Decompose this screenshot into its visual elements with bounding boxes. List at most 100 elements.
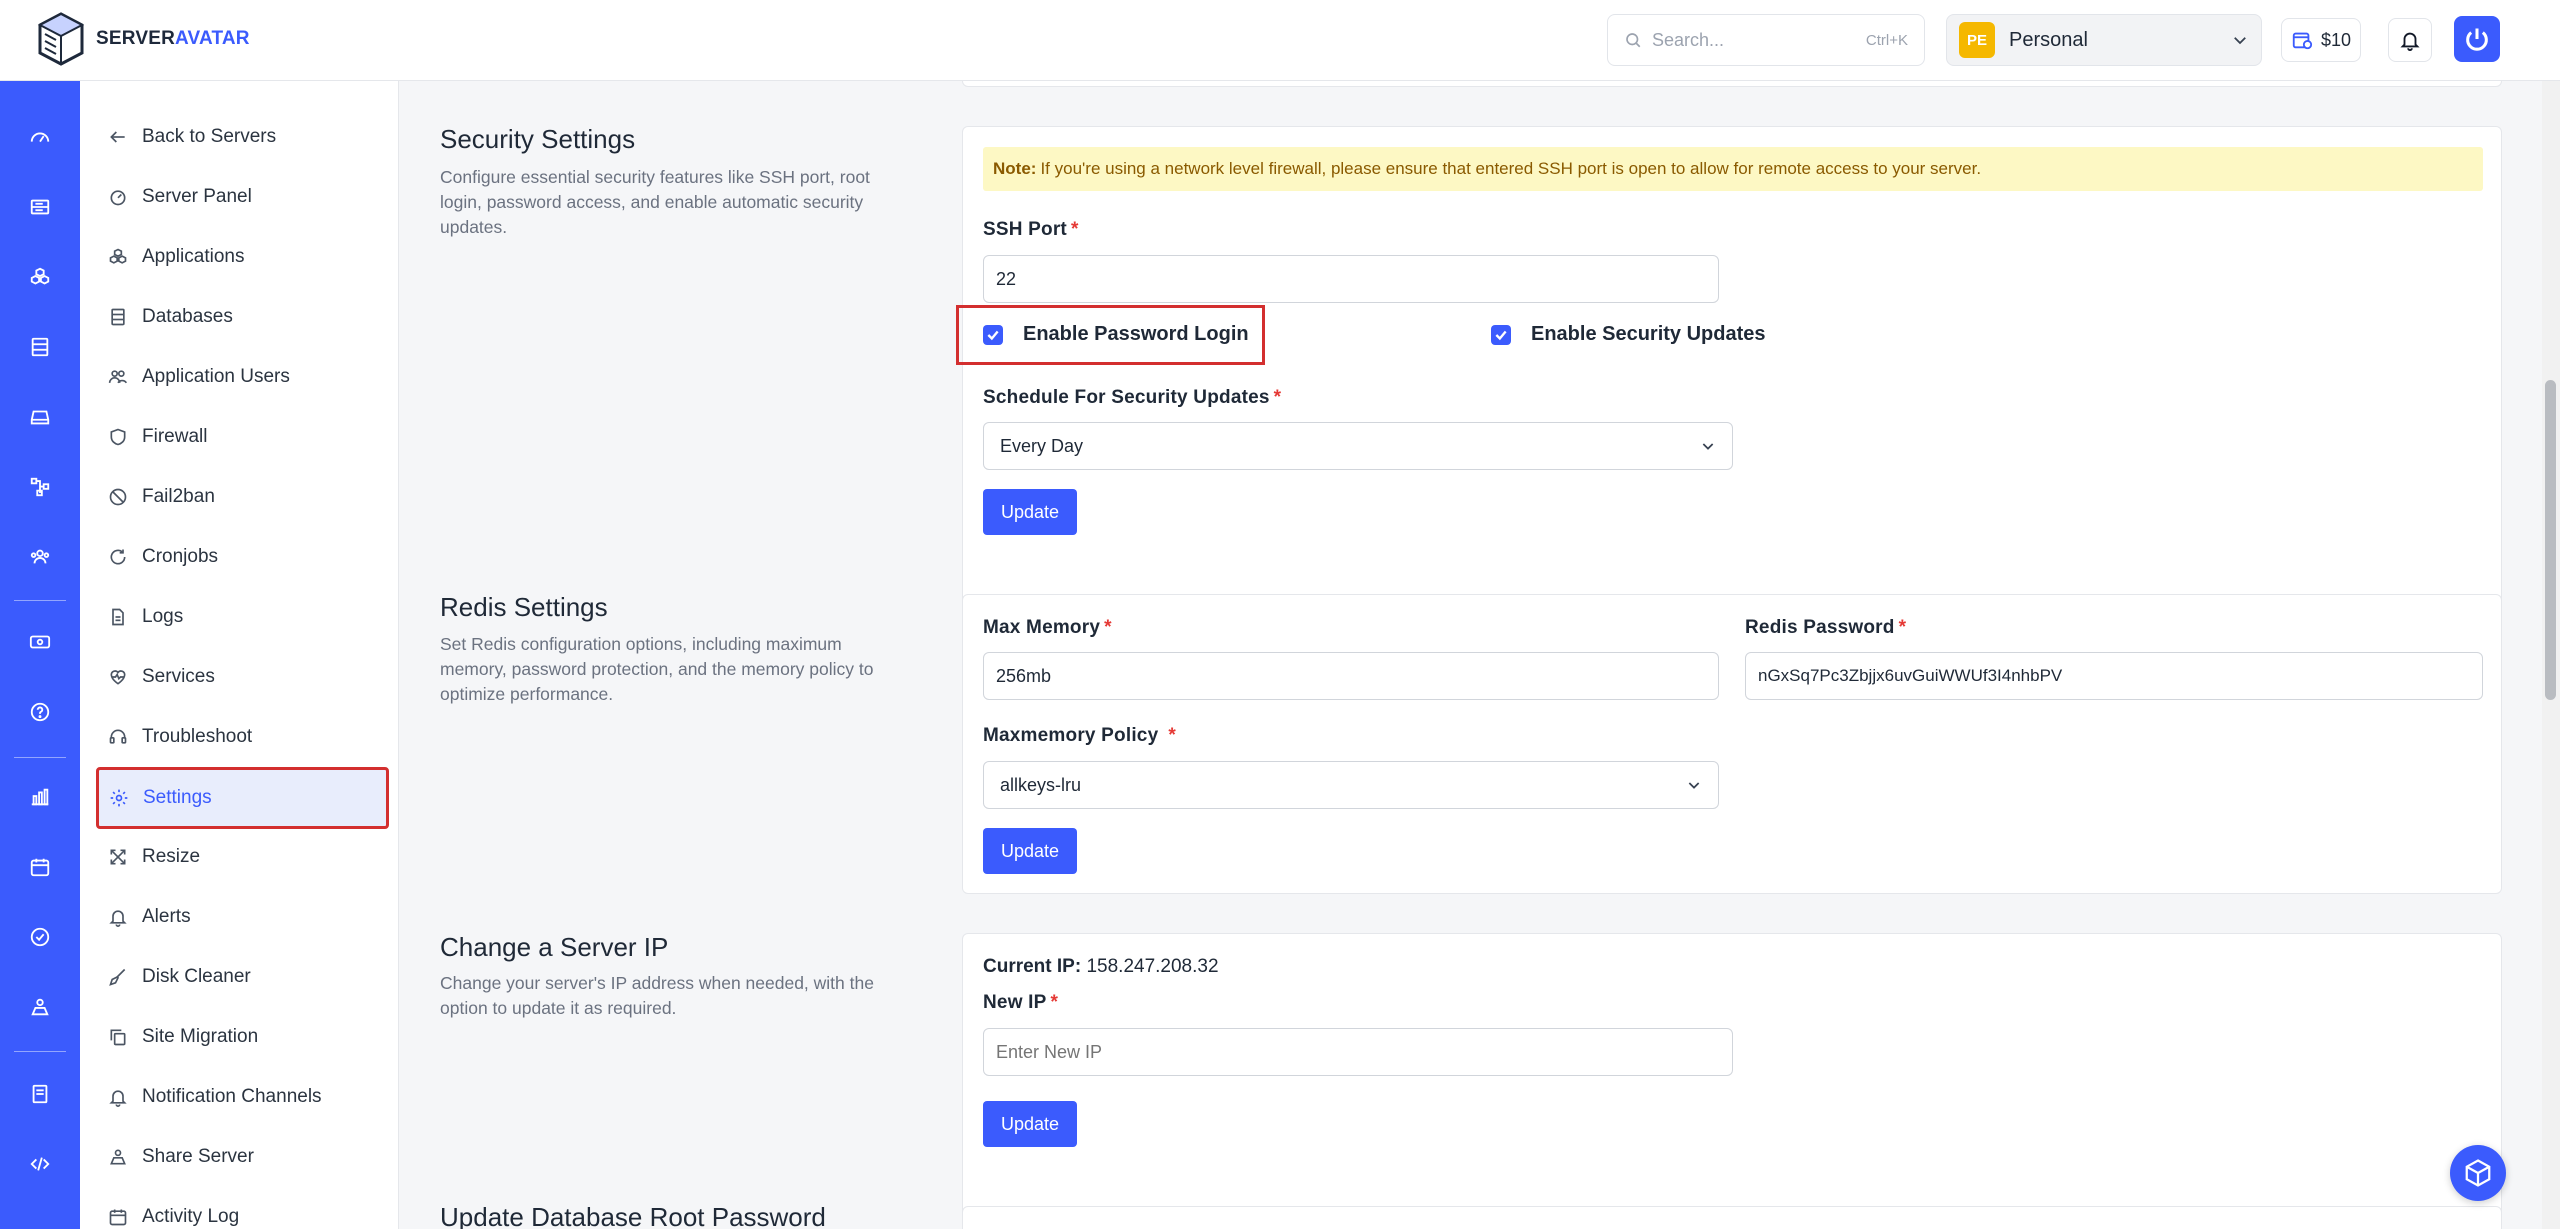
change-ip-update-button[interactable]: Update [983, 1101, 1078, 1147]
bell-icon [109, 1090, 127, 1107]
check-icon[interactable] [22, 919, 58, 955]
sidebar-item-fail2ban[interactable]: Fail2ban [98, 477, 388, 517]
maxmemory-policy-select[interactable]: allkeys-lru [983, 761, 1719, 809]
maxmemory-policy-label: Maxmemory Policy * [983, 725, 1176, 746]
sidebar-item-databases[interactable]: Databases [98, 297, 388, 337]
change-ip-title: Change a Server IP [440, 932, 669, 962]
sidebar-item-cronjobs[interactable]: Cronjobs [98, 537, 388, 577]
broom-icon [109, 968, 126, 986]
credit-button[interactable]: $10 [2281, 18, 2361, 62]
account-menu-button[interactable] [2454, 16, 2500, 62]
sidebar-item-label: Site Migration [142, 1026, 259, 1047]
brand-name: SERVERAVATAR [96, 28, 250, 49]
checkbox-checked[interactable] [983, 324, 1003, 345]
sidebar-item-label: Notification Channels [142, 1086, 322, 1107]
schedule-value: Every Day [1000, 435, 1084, 456]
sidebar-item-applications[interactable]: Applications [98, 237, 388, 277]
network-icon[interactable] [22, 469, 58, 505]
security-settings-description: Configure essential security features li… [440, 167, 870, 237]
applications-icon[interactable] [22, 259, 58, 295]
schedule-select[interactable]: Every Day [983, 422, 1733, 470]
sidebar-item-notification-channels[interactable]: Notification Channels [98, 1077, 388, 1117]
new-ip-input[interactable] [983, 1028, 1733, 1076]
note-text: If you're using a network level firewall… [1040, 159, 1982, 178]
max-memory-input[interactable] [983, 652, 1719, 700]
redis-settings-title: Redis Settings [440, 592, 608, 622]
analytics-icon[interactable] [22, 779, 58, 815]
integrations-icon[interactable] [22, 989, 58, 1025]
top-bar: SERVERAVATAR Search... Ctrl+K PE Persona… [0, 0, 2560, 81]
current-ip-label: Current IP: [983, 956, 1082, 977]
sidebar-item-server-panel[interactable]: Server Panel [98, 177, 388, 217]
sidebar-item-share-server[interactable]: Share Server [98, 1137, 388, 1177]
workspace-switcher[interactable]: PE Personal [1946, 14, 2262, 66]
search-input[interactable]: Search... [1652, 30, 1856, 51]
sidebar-item-label: Resize [142, 846, 201, 867]
redis-update-button[interactable]: Update [983, 828, 1078, 874]
scrollbar-thumb[interactable] [2545, 380, 2556, 700]
change-ip-card: Current IP: 158.247.208.32 New IP* Updat… [962, 933, 2502, 1229]
sidebar-item-label: Applications [142, 246, 245, 267]
bell-icon [109, 910, 127, 927]
sidebar-item-label: Cronjobs [142, 546, 219, 567]
ssh-port-input[interactable] [983, 255, 1719, 303]
docs-icon[interactable] [22, 1076, 58, 1112]
checkbox-checked[interactable] [1491, 324, 1511, 345]
ban-icon [109, 488, 127, 506]
current-ip-value: 158.247.208.32 [1086, 956, 1219, 977]
wallet-icon [2292, 32, 2313, 50]
help-chat-button[interactable] [2450, 1145, 2506, 1201]
servers-icon[interactable] [22, 189, 58, 225]
security-update-button[interactable]: Update [983, 489, 1078, 535]
change-ip-description: Change your server's IP address when nee… [440, 973, 874, 1018]
sidebar-item-label: Services [142, 666, 215, 687]
notifications-button[interactable] [2388, 18, 2432, 62]
brand-logo[interactable]: SERVERAVATAR [36, 12, 250, 66]
share-icon [110, 1149, 126, 1165]
sidebar-item-back-to-servers[interactable]: Back to Servers [98, 117, 388, 157]
help-icon[interactable] [22, 694, 58, 730]
password-login-checkbox[interactable]: Enable Password Login [983, 323, 1249, 346]
sidebar-item-settings[interactable]: Settings [96, 767, 389, 829]
security-settings-title: Security Settings [440, 124, 636, 154]
sidebar-item-label: Activity Log [142, 1206, 240, 1227]
redis-settings-description: Set Redis configuration options, includi… [440, 634, 874, 704]
chevron-down-icon [2234, 37, 2246, 45]
bell-icon [2400, 32, 2420, 51]
sidebar-item-application-users[interactable]: Application Users [98, 357, 388, 397]
calendar-icon [109, 1209, 127, 1226]
sidebar-item-activity-log[interactable]: Activity Log [98, 1197, 388, 1229]
db-root-password-card [962, 1206, 2502, 1229]
sidebar-item-site-migration[interactable]: Site Migration [98, 1017, 388, 1057]
team-icon[interactable] [22, 539, 58, 575]
security-updates-checkbox[interactable]: Enable Security Updates [1491, 323, 1766, 346]
sidebar-item-disk-cleaner[interactable]: Disk Cleaner [98, 957, 388, 997]
sidebar-item-troubleshoot[interactable]: Troubleshoot [98, 717, 388, 757]
redis-password-input[interactable] [1745, 652, 2483, 700]
sidebar-item-services[interactable]: Services [98, 657, 388, 697]
new-ip-label: New IP * [983, 992, 1059, 1013]
main-content: Security Settings Configure essential se… [400, 81, 2542, 1229]
cube-icon [2465, 1159, 2491, 1187]
api-icon[interactable] [22, 1146, 58, 1182]
sidebar-item-label: Application Users [142, 366, 290, 387]
sidebar-item-alerts[interactable]: Alerts [98, 897, 388, 937]
file-icon [112, 608, 124, 626]
db-root-password-title: Update Database Root Password [440, 1202, 826, 1229]
shield-icon [110, 428, 126, 446]
firewall-note: Note: If you're using a network level fi… [983, 147, 2483, 191]
databases-icon[interactable] [22, 329, 58, 365]
dashboard-icon[interactable] [22, 120, 58, 156]
storage-icon[interactable] [22, 399, 58, 435]
sidebar-item-logs[interactable]: Logs [98, 597, 388, 637]
search-box[interactable]: Search... Ctrl+K [1607, 14, 1925, 66]
sidebar-item-firewall[interactable]: Firewall [98, 417, 388, 457]
sidebar-item-resize[interactable]: Resize [98, 837, 388, 877]
credit-amount: $10 [2320, 29, 2352, 50]
billing-icon[interactable] [22, 624, 58, 660]
rail-divider [14, 1051, 66, 1052]
calendar-icon[interactable] [22, 849, 58, 885]
redis-settings-card: Max Memory* Redis Password* Maxmemory Po… [962, 594, 2502, 894]
users-icon [108, 370, 128, 384]
sidebar-item-label: Fail2ban [142, 486, 215, 507]
